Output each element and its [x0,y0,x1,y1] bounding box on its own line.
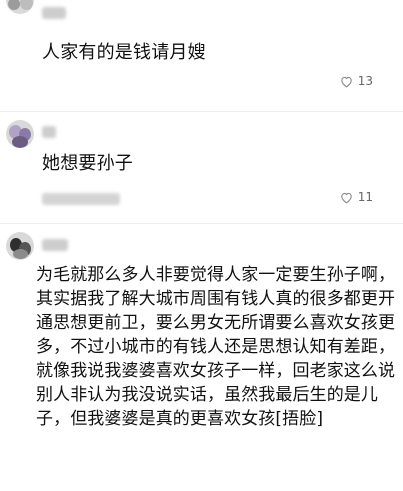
comment-meta [42,193,120,205]
username[interactable] [42,239,68,251]
like-button[interactable]: 11 [339,189,373,205]
comment-item: 她想要孙子 11 [0,116,403,216]
comment-item: 人家有的是钱请月嫂 13 [0,0,403,92]
like-count: 11 [357,190,373,204]
heart-outline-icon [339,190,354,205]
avatar[interactable] [6,120,34,148]
heart-outline-icon [339,74,354,89]
divider [0,223,403,224]
divider [0,111,403,112]
username[interactable] [42,126,56,138]
comment-text: 为毛就那么多人非要觉得人家一定要生孙子啊，其实据我了解大城市周围有钱人真的很多都… [36,265,396,429]
comment-text: 她想要孙子 [42,153,133,174]
avatar[interactable] [6,0,34,14]
like-count: 13 [357,74,373,88]
username[interactable] [42,7,66,19]
comment-text: 人家有的是钱请月嫂 [42,42,206,63]
like-button[interactable]: 13 [339,73,373,89]
avatar[interactable] [6,232,34,260]
